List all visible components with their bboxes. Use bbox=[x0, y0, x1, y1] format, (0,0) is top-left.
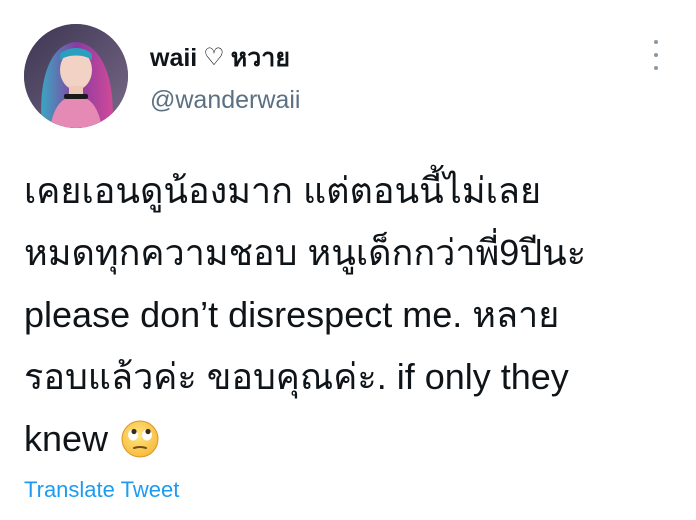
profile-photo-icon bbox=[24, 24, 128, 128]
vertical-dots-icon-dot-3 bbox=[654, 66, 658, 70]
tweet-text-line: please don’t disrespect me. หลาย bbox=[24, 294, 560, 335]
avatar[interactable] bbox=[24, 24, 128, 128]
heart-icon: ♡ bbox=[203, 44, 225, 71]
author-name-row[interactable]: waii ♡ หวาย bbox=[150, 38, 290, 78]
more-options-button[interactable] bbox=[646, 40, 666, 70]
tweet-text-last-line: knew bbox=[24, 408, 674, 478]
tweet-card: waii ♡ หวาย @wanderwaii เคยเอนดูน้องมาก … bbox=[0, 0, 696, 520]
tweet-text-line: knew bbox=[24, 418, 109, 459]
author-display-name: waii bbox=[150, 43, 198, 72]
vertical-dots-icon-dot-2 bbox=[654, 53, 658, 57]
vertical-dots-icon bbox=[654, 40, 658, 44]
tweet-text: เคยเอนดูน้องมาก แต่ตอนนี้ไม่เลย หมดทุกคว… bbox=[24, 160, 674, 478]
tweet-text-line: เคยเอนดูน้องมาก แต่ตอนนี้ไม่เลย bbox=[24, 170, 542, 211]
translate-tweet-link[interactable]: Translate Tweet bbox=[24, 477, 179, 503]
face-with-rolling-eyes-icon bbox=[120, 416, 160, 478]
author-thai-name: หวาย bbox=[230, 44, 290, 72]
author-handle[interactable]: @wanderwaii bbox=[150, 86, 300, 115]
tweet-text-line: หมดทุกความชอบ หนูเด็กกว่าพี่9ปีนะ bbox=[24, 232, 587, 273]
tweet-text-line: รอบแล้วค่ะ ขอบคุณค่ะ. if only they bbox=[24, 356, 569, 397]
